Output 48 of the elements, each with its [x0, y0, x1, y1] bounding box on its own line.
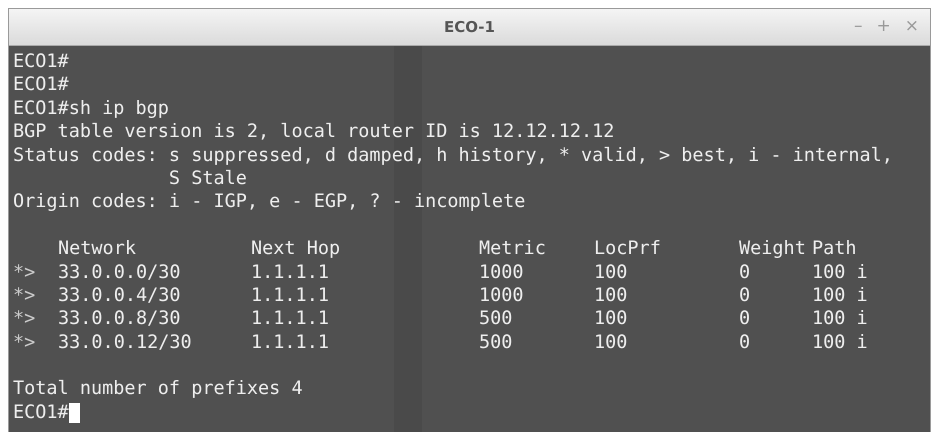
- column-header: Next Hop: [251, 237, 342, 261]
- window-control-button[interactable]: +: [874, 15, 894, 37]
- terminal-line: ECO1#: [13, 74, 69, 96]
- terminal-line: BGP table version is 2, local router ID is 12.12.12.12: [13, 121, 614, 142]
- table-cell-text: 1.1.1.1: [251, 330, 330, 354]
- table-cell-text: 1.1.1.1: [251, 260, 330, 284]
- status-code: *>: [13, 307, 36, 331]
- status-code: *>: [13, 330, 36, 354]
- table-cell-text: 100 i: [812, 284, 869, 308]
- table-cell-text: 0: [739, 260, 752, 284]
- table-cell-text: 0: [739, 307, 752, 331]
- table-cell-text: 100 i: [812, 307, 869, 331]
- terminal-line: Origin codes: i - IGP, e - EGP, ? - incomplete: [13, 191, 526, 212]
- table-cell-text: 1.1.1.1: [251, 284, 330, 308]
- column-header: Path: [812, 237, 858, 261]
- table-cell-text: 100: [594, 307, 628, 331]
- table-cell-text: 100: [594, 260, 628, 284]
- table-cell-text: 100: [594, 284, 628, 308]
- terminal-line: Status codes: s suppressed, d damped, h history, * valid, > best, i - internal,: [13, 144, 893, 166]
- window-control-button[interactable]: –: [851, 15, 866, 37]
- prompt: ECO1#: [13, 402, 69, 423]
- table-cell-text: 500: [479, 307, 514, 331]
- table-cell-text: 33.0.0.4/30: [58, 284, 182, 308]
- table-cell-text: 500: [479, 330, 514, 354]
- terminal-line: S Stale: [168, 168, 247, 189]
- table-cell-text: 1.1.1.1: [251, 307, 330, 331]
- table-cell-text: 100 i: [812, 260, 869, 284]
- window-title: ECO-1: [444, 18, 495, 36]
- column-header: Metric: [479, 237, 547, 261]
- status-code: *>: [13, 260, 36, 284]
- table-cell-text: 1000: [479, 260, 525, 284]
- column-header: LocPrf: [594, 237, 662, 261]
- table-cell-text: 100: [594, 330, 628, 354]
- column-header: Weight: [739, 237, 807, 261]
- window-control-button[interactable]: ×: [902, 15, 922, 37]
- table-cell-text: 33.0.0.12/30: [58, 330, 193, 354]
- table-cell-text: 33.0.0.8/30: [58, 307, 182, 331]
- status-code: *>: [13, 284, 36, 308]
- table-cell-text: 100 i: [812, 330, 869, 354]
- table-cell-text: 0: [739, 284, 752, 308]
- terminal-line: ECO1#: [13, 51, 69, 72]
- terminal-line: Total number of prefixes 4: [13, 378, 303, 400]
- cursor: [68, 402, 80, 423]
- table-cell-text: 0: [739, 330, 752, 354]
- table-cell-text: 1000: [479, 284, 525, 308]
- table-cell-text: 33.0.0.0/30: [58, 260, 182, 284]
- terminal-line: ECO1#sh ip bgp: [13, 98, 169, 119]
- column-header: Network: [58, 237, 137, 261]
